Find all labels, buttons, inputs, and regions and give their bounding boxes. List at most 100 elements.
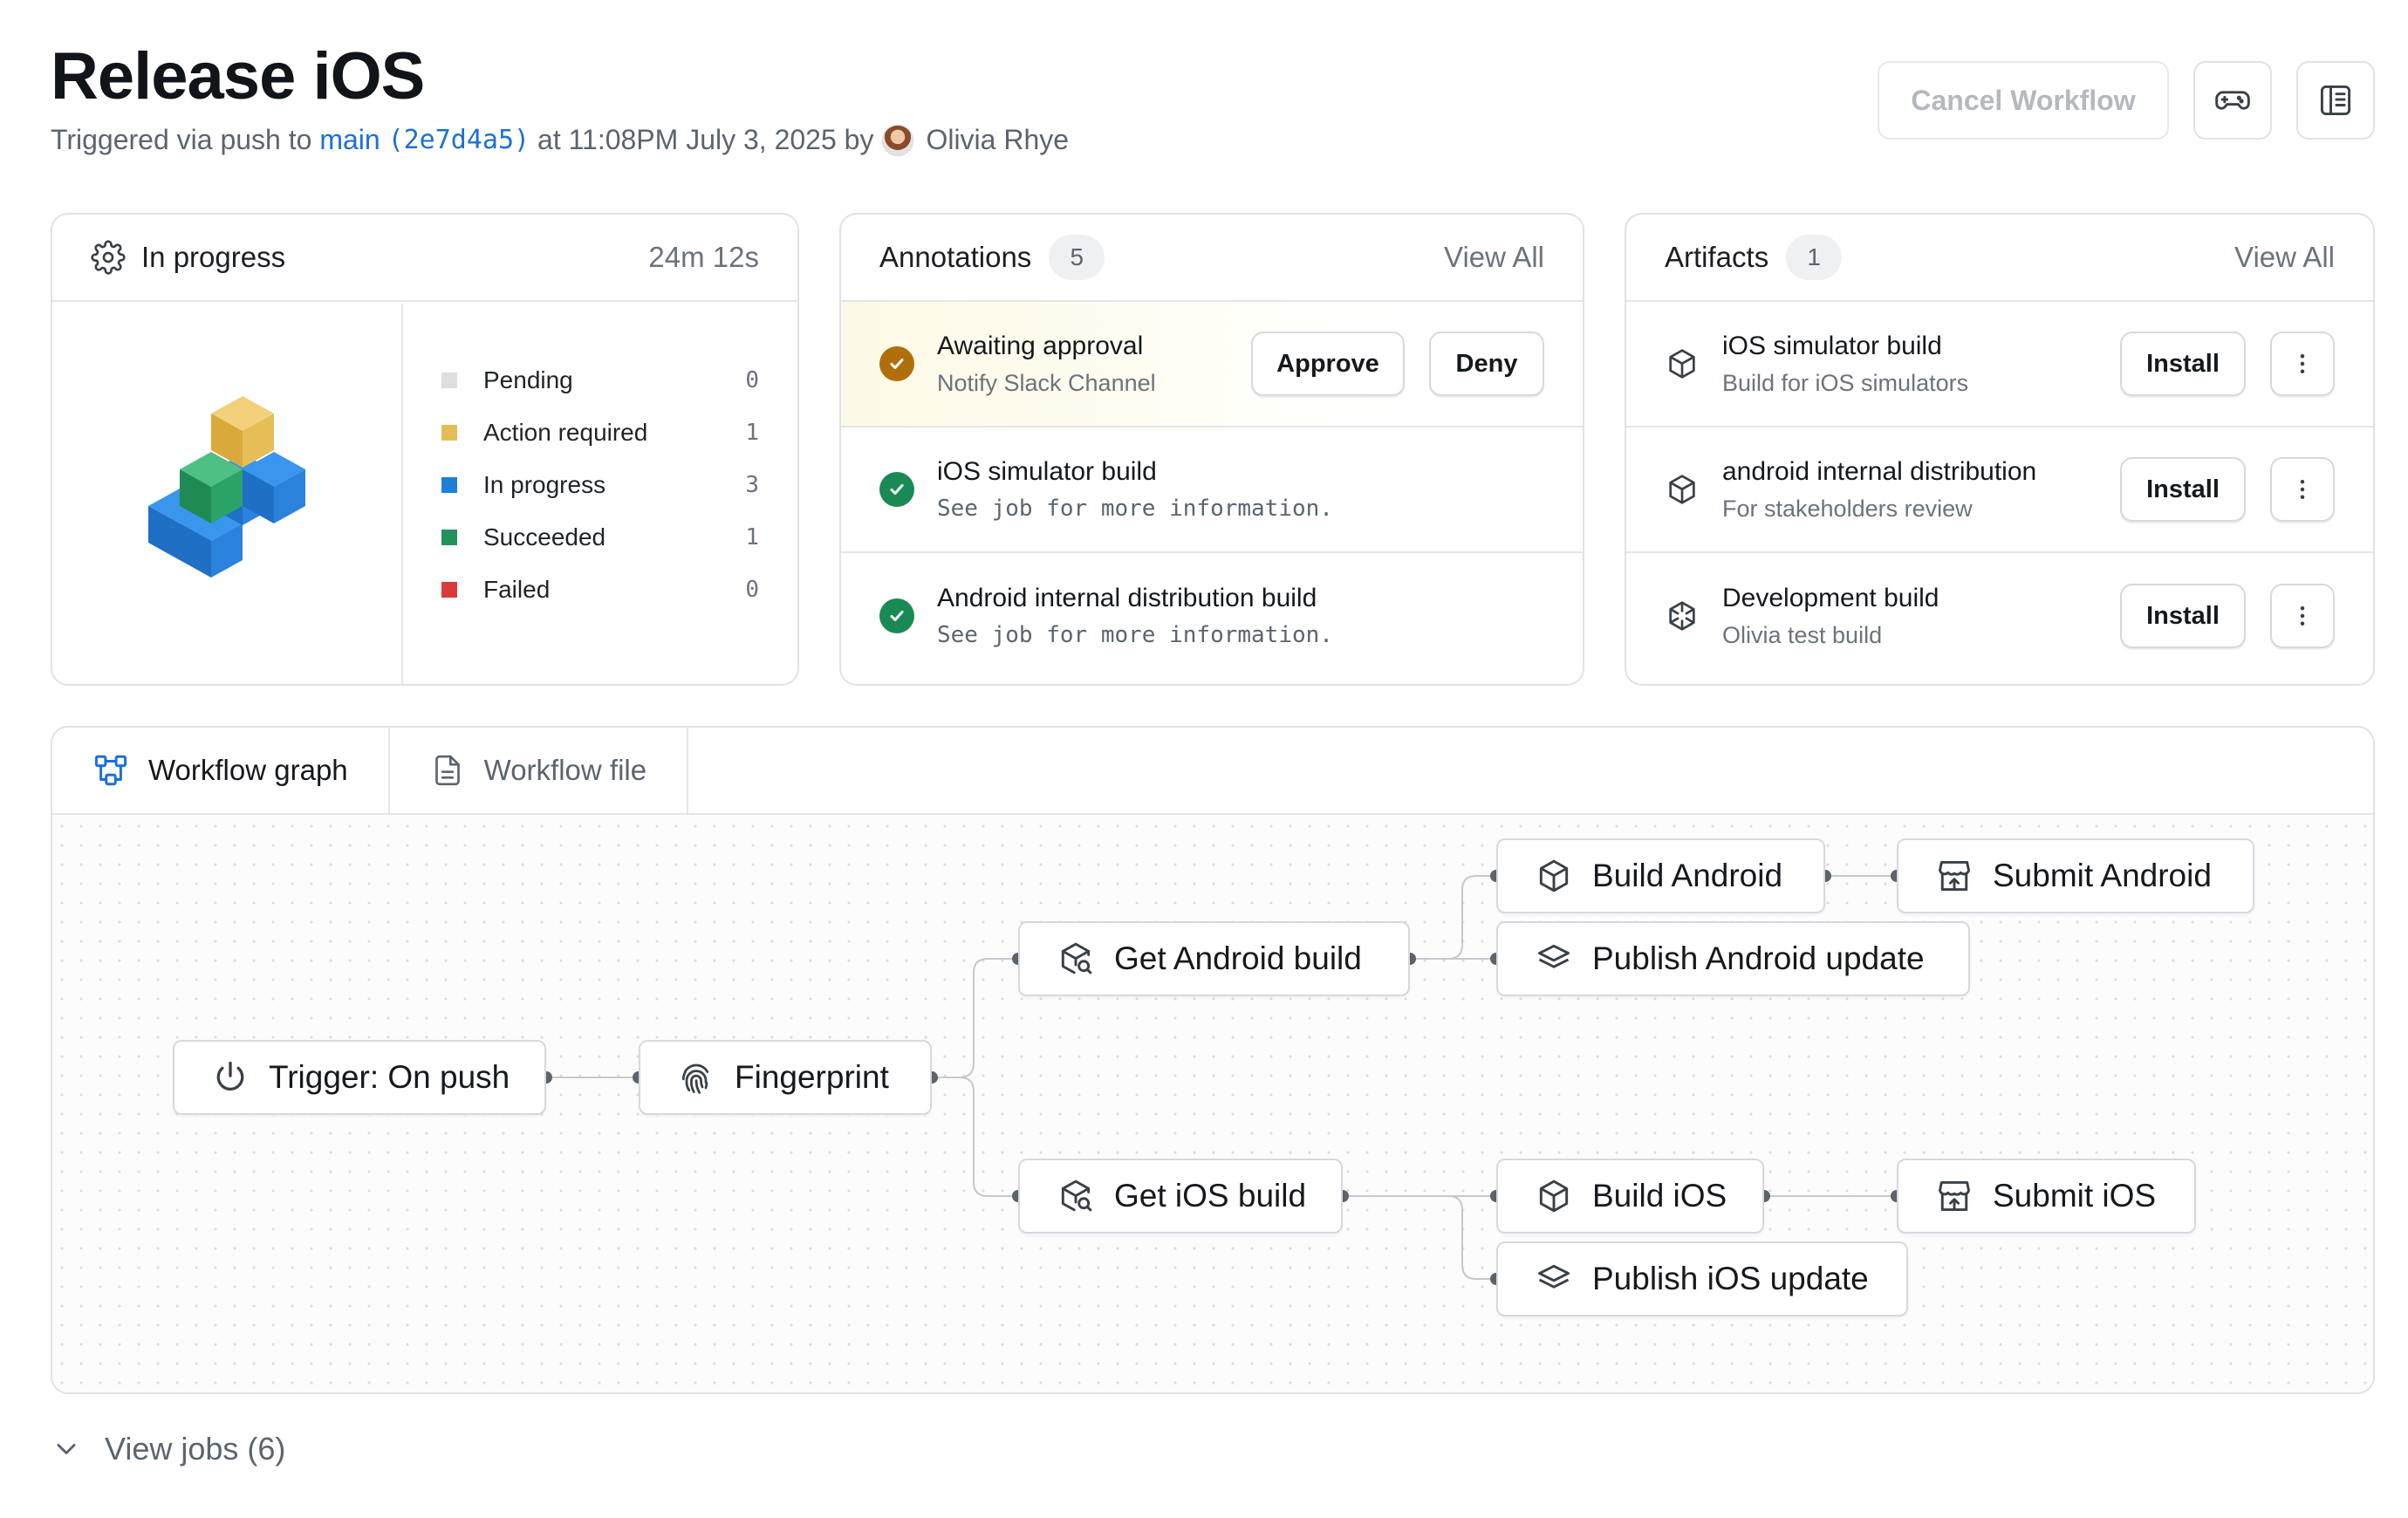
- file-icon: [430, 753, 465, 788]
- artifacts-card: Artifacts 1 View All iOS simulator build…: [1625, 213, 2375, 686]
- graph-node-build-android[interactable]: Build Android: [1496, 838, 1825, 913]
- legend-item-in-progress: In progress 3: [441, 459, 759, 511]
- annotations-count-badge: 5: [1049, 235, 1105, 280]
- graph-node-build-ios[interactable]: Build iOS: [1496, 1159, 1764, 1234]
- annotations-header: Annotations 5 View All: [841, 215, 1583, 302]
- user-name[interactable]: Olivia Rhye: [926, 124, 1069, 156]
- annotations-view-all-link[interactable]: View All: [1444, 241, 1544, 274]
- node-label: Publish Android update: [1592, 940, 1925, 976]
- artifact-title: android internal distribution: [1722, 456, 2037, 486]
- graph-node-fingerprint[interactable]: Fingerprint: [639, 1040, 932, 1115]
- tab-workflow-graph[interactable]: Workflow graph: [52, 728, 390, 813]
- gamepad-icon: [2213, 81, 2252, 120]
- more-options-button[interactable]: [2270, 584, 2335, 648]
- node-label: Get Android build: [1114, 940, 1362, 976]
- more-options-button[interactable]: [2270, 457, 2335, 522]
- progress-cube-illustration: [52, 304, 403, 684]
- annotation-item: Android internal distribution build See …: [841, 553, 1583, 679]
- artifacts-count-badge: 1: [1786, 235, 1843, 280]
- legend-count: 0: [745, 367, 759, 393]
- artifact-detail: For stakeholders review: [1722, 495, 1973, 522]
- cancel-workflow-button[interactable]: Cancel Workflow: [1878, 61, 2169, 140]
- install-button[interactable]: Install: [2120, 332, 2246, 396]
- deny-button[interactable]: Deny: [1429, 332, 1544, 396]
- legend-item-action-required: Action required 1: [441, 407, 759, 459]
- artifact-item: android internal distribution For stakeh…: [1626, 427, 2373, 553]
- install-button[interactable]: Install: [2120, 584, 2246, 648]
- more-options-button[interactable]: [2270, 332, 2335, 396]
- success-check-icon: [879, 598, 914, 633]
- node-label: Trigger: On push: [269, 1059, 510, 1095]
- legend-count: 1: [745, 524, 759, 550]
- status-legend: Pending 0 Action required 1 In progress …: [403, 304, 797, 684]
- workflow-graph-card: Workflow graph Workflow file Trigger: On…: [51, 726, 2375, 1394]
- annotation-item: iOS simulator build See job for more inf…: [841, 427, 1583, 553]
- trigger-prefix: Triggered via push to: [51, 124, 312, 155]
- gamepad-button[interactable]: [2193, 61, 2272, 140]
- commit-link[interactable]: (2e7d4a5): [388, 125, 530, 155]
- tab-workflow-file[interactable]: Workflow file: [390, 728, 689, 813]
- node-label: Submit Android: [1993, 858, 2212, 893]
- artifact-item: Development build Olivia test build Inst…: [1626, 553, 2373, 679]
- store-upload-icon: [1935, 857, 1974, 895]
- artifact-detail: Build for iOS simulators: [1722, 369, 1969, 396]
- cube-icon: [1665, 472, 1700, 507]
- legend-swatch: [441, 530, 457, 545]
- success-check-icon: [879, 472, 914, 507]
- package-search-icon: [1057, 1177, 1095, 1215]
- view-jobs-toggle[interactable]: View jobs (6): [51, 1431, 285, 1467]
- graph-node-publish-android-update[interactable]: Publish Android update: [1496, 921, 1970, 996]
- graph-node-submit-ios[interactable]: Submit iOS: [1897, 1159, 2196, 1234]
- install-button[interactable]: Install: [2120, 457, 2246, 522]
- aperture-icon: [1665, 598, 1700, 633]
- branch-link[interactable]: main: [319, 124, 380, 156]
- tab-label: Workflow graph: [148, 754, 348, 786]
- graph-node-publish-ios-update[interactable]: Publish iOS update: [1496, 1241, 1908, 1316]
- graph-node-get-android-build[interactable]: Get Android build: [1018, 921, 1410, 996]
- approve-button[interactable]: Approve: [1251, 332, 1405, 396]
- graph-node-get-ios-build[interactable]: Get iOS build: [1018, 1159, 1343, 1234]
- page-title: Release iOS: [51, 39, 425, 113]
- legend-item-pending: Pending 0: [441, 354, 759, 407]
- legend-count: 0: [745, 577, 759, 603]
- kebab-icon: [2300, 606, 2305, 626]
- action-required-icon: [879, 346, 914, 381]
- graph-node-trigger[interactable]: Trigger: On push: [173, 1040, 546, 1115]
- fingerprint-icon: [677, 1058, 715, 1097]
- node-label: Fingerprint: [735, 1059, 889, 1095]
- legend-swatch: [441, 373, 457, 388]
- annotation-detail: See job for more information.: [937, 496, 1333, 522]
- layers-icon: [1535, 1260, 1573, 1298]
- legend-label: Failed: [483, 576, 551, 603]
- kebab-icon: [2300, 480, 2305, 499]
- artifacts-title: Artifacts: [1665, 241, 1769, 273]
- annotation-title: iOS simulator build: [937, 457, 1157, 486]
- node-label: Publish iOS update: [1592, 1261, 1869, 1296]
- annotation-detail: See job for more information.: [937, 622, 1333, 648]
- avatar: [882, 124, 914, 156]
- tab-bar: Workflow graph Workflow file: [52, 728, 2373, 815]
- legend-count: 3: [745, 472, 759, 498]
- trigger-info: Triggered via push to main (2e7d4a5) at …: [51, 124, 1069, 156]
- gear-icon: [91, 240, 126, 275]
- artifact-title: Development build: [1722, 583, 1939, 612]
- graph-node-submit-android[interactable]: Submit Android: [1897, 838, 2254, 913]
- graph-icon: [92, 752, 129, 789]
- legend-swatch: [441, 425, 457, 441]
- node-label: Get iOS build: [1114, 1178, 1307, 1214]
- cube-icon: [1535, 1177, 1573, 1215]
- legend-swatch: [441, 582, 457, 598]
- tab-label: Workflow file: [483, 754, 647, 786]
- view-jobs-label: View jobs (6): [105, 1431, 286, 1467]
- legend-swatch: [441, 477, 457, 493]
- graph-canvas[interactable]: Trigger: On push Fingerprint Get Android…: [52, 817, 2373, 1392]
- artifacts-view-all-link[interactable]: View All: [2234, 241, 2335, 274]
- package-search-icon: [1057, 940, 1095, 978]
- annotation-title: Awaiting approval: [937, 331, 1144, 360]
- artifact-title: iOS simulator build: [1722, 331, 1942, 360]
- sidebar-panel-button[interactable]: [2296, 61, 2375, 140]
- status-duration: 24m 12s: [648, 241, 759, 273]
- status-card: In progress 24m 12s Pending 0 Action req…: [51, 213, 799, 686]
- legend-item-succeeded: Succeeded 1: [441, 511, 759, 564]
- annotation-item: Awaiting approval Notify Slack Channel A…: [841, 302, 1583, 427]
